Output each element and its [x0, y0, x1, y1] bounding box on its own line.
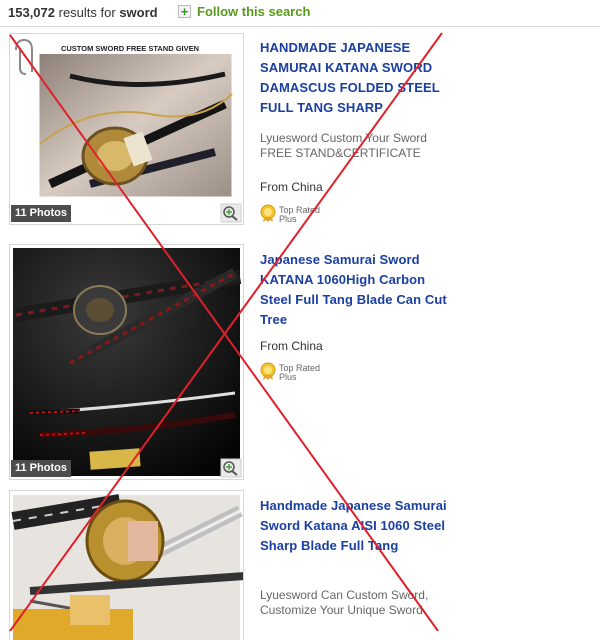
- search-query: sword: [119, 5, 158, 20]
- listing-thumbnail[interactable]: CUSTOM SWORD FREE STAND GIVEN 11 Photos: [9, 33, 244, 225]
- listing-title[interactable]: Handmade Japanese Samurai Sword Katana A…: [260, 496, 450, 556]
- item-location: From China: [260, 339, 323, 353]
- listing-thumbnail[interactable]: 11 Photos: [9, 244, 244, 480]
- top-rated-seal-icon: [260, 204, 276, 222]
- follow-search-label: Follow this search: [197, 4, 311, 19]
- listing-title[interactable]: HANDMADE JAPANESE SAMURAI KATANA SWORD D…: [260, 38, 450, 118]
- follow-search-link[interactable]: + Follow this search: [178, 4, 310, 19]
- photos-count-badge[interactable]: 11 Photos: [11, 460, 71, 477]
- seller-note: Lyuesword Custom Your Sword FREE STAND&C…: [260, 131, 427, 160]
- photos-count-badge[interactable]: 11 Photos: [11, 205, 71, 222]
- result-count: 153,072 results for sword: [8, 5, 158, 20]
- results-header: 153,072 results for sword + Follow this …: [0, 0, 600, 27]
- paperclip-icon: [15, 38, 33, 72]
- badge-line-2: Plus: [279, 214, 297, 224]
- result-count-number: 153,072: [8, 5, 55, 20]
- top-rated-plus-badge: Top Rated Plus: [260, 204, 320, 224]
- top-rated-plus-badge: Top Rated Plus: [260, 362, 320, 382]
- listing-item: 11 Photos Japanese Samurai Sword KATANA …: [0, 244, 600, 480]
- plus-icon: +: [178, 5, 191, 18]
- top-rated-seal-icon: [260, 362, 276, 380]
- listing-item: CUSTOM SWORD FREE STAND GIVEN 11 Photos …: [0, 33, 600, 233]
- listing-item: Handmade Japanese Samurai Sword Katana A…: [0, 490, 600, 640]
- seller-note: Lyuesword Can Custom Sword, Customize Yo…: [260, 588, 429, 617]
- results-for-text: results for: [58, 5, 116, 20]
- badge-line-2: Plus: [279, 372, 297, 382]
- item-location: From China: [260, 180, 323, 194]
- listing-title[interactable]: Japanese Samurai Sword KATANA 1060High C…: [260, 250, 450, 330]
- listing-thumbnail[interactable]: [9, 490, 244, 640]
- thumbnail-banner-text: CUSTOM SWORD FREE STAND GIVEN: [61, 44, 199, 53]
